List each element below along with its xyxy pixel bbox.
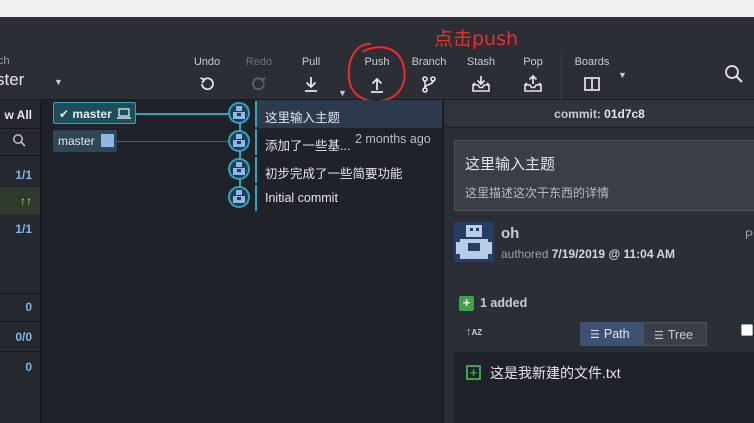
commit-id-label: commit: bbox=[554, 107, 601, 121]
remote-count: 1/1 bbox=[15, 222, 32, 236]
sidebar-divider bbox=[0, 321, 40, 322]
commit-message-box[interactable]: 这里输入主题 这里描述这次干东西的详情 bbox=[454, 140, 754, 211]
local-count: 1/1 bbox=[15, 168, 32, 182]
authored-label: authored bbox=[501, 247, 549, 261]
commit-row-marker bbox=[255, 185, 257, 211]
stash-tray-icon bbox=[472, 76, 490, 92]
author-avatar bbox=[454, 222, 494, 262]
commit-graph: ✔ master master 这里输入主题 添加了一些基... 2 month… bbox=[42, 100, 442, 423]
commit-id-header: commit: 01d7c8 bbox=[444, 100, 754, 128]
author-meta: authored 7/19/2019 @ 11:04 AM bbox=[501, 247, 675, 261]
undo-button[interactable]: Undo bbox=[182, 55, 232, 93]
tags-count: 0/0 bbox=[15, 330, 32, 344]
pull-label: Pull bbox=[301, 56, 321, 68]
commit-id-value[interactable]: 01d7c8 bbox=[604, 107, 645, 121]
boards-label: Boards bbox=[574, 56, 610, 68]
commit-message: Initial commit bbox=[265, 191, 338, 205]
stashes-count: 0 bbox=[25, 360, 32, 374]
added-summary: 1 added bbox=[480, 296, 528, 310]
added-file-icon: + bbox=[459, 296, 474, 311]
commit-avatar bbox=[228, 158, 250, 180]
list-icon: ☰ bbox=[590, 329, 600, 341]
pull-requests-count: 0 bbox=[25, 300, 32, 314]
parent-label-clipped: P bbox=[745, 228, 754, 242]
commit-row-marker bbox=[255, 129, 257, 155]
path-view-toggle[interactable]: ☰ Path bbox=[580, 322, 643, 346]
commit-row[interactable]: 这里输入主题 bbox=[42, 100, 442, 128]
commit-row[interactable]: 初步完成了一些简要功能 bbox=[42, 156, 442, 184]
ahead-behind-indicator: ↑↑ bbox=[0, 187, 40, 215]
changed-files-list: + 这是我新建的文件.txt bbox=[454, 352, 754, 423]
commit-row[interactable]: Initial commit bbox=[42, 184, 442, 212]
commit-message: 添加了一些基... bbox=[265, 139, 351, 153]
search-icon[interactable] bbox=[724, 64, 744, 84]
commit-subject: 这里输入主题 bbox=[465, 156, 556, 173]
tree-view-toggle[interactable]: ☰ Tree bbox=[643, 322, 707, 346]
branch-selector-name: ster bbox=[0, 70, 25, 89]
commit-avatar bbox=[228, 102, 250, 124]
stash-button[interactable]: Stash bbox=[456, 55, 506, 93]
tree-icon: ☰ bbox=[654, 330, 664, 342]
view-checkbox[interactable] bbox=[741, 324, 753, 336]
undo-label: Undo bbox=[193, 56, 221, 68]
commit-row-marker bbox=[255, 101, 257, 127]
toolbar-divider bbox=[561, 51, 562, 107]
commit-description: 这里描述这次干东西的详情 bbox=[465, 186, 610, 200]
branch-selector-caption: ch bbox=[0, 55, 10, 67]
path-view-label: Path bbox=[603, 327, 630, 341]
filter-search-icon[interactable] bbox=[12, 133, 26, 147]
redo-button[interactable]: Redo bbox=[234, 55, 284, 93]
download-arrow-icon bbox=[305, 77, 317, 92]
redo-icon bbox=[252, 77, 266, 91]
changed-file-name[interactable]: 这是我新建的文件.txt bbox=[490, 363, 621, 383]
commit-avatar bbox=[228, 186, 250, 208]
commit-message: 这里输入主题 bbox=[265, 111, 341, 125]
sidebar-divider bbox=[0, 128, 40, 129]
branch-icon bbox=[422, 76, 436, 93]
sort-az-icon[interactable]: ↑AZ bbox=[466, 326, 482, 338]
sidebar-divider bbox=[0, 155, 40, 156]
pop-button[interactable]: Pop bbox=[508, 55, 558, 93]
commit-message: 初步完成了一些简要功能 bbox=[265, 167, 403, 181]
commit-detail-panel: commit: 01d7c8 这里输入主题 这里描述这次干东西的详情 oh au… bbox=[443, 100, 754, 423]
stash-label: Stash bbox=[466, 56, 496, 68]
left-sidebar: w All 1/1 ↑↑ 1/1 0 0/0 0 bbox=[0, 100, 41, 423]
commit-date: 2 months ago bbox=[355, 132, 431, 146]
sidebar-divider bbox=[0, 351, 40, 352]
author-name: oh bbox=[501, 225, 520, 242]
pop-tray-icon bbox=[524, 75, 542, 92]
annotation-label: 点击push bbox=[434, 28, 519, 50]
pop-label: Pop bbox=[523, 56, 543, 68]
redo-label: Redo bbox=[245, 56, 273, 68]
boards-button[interactable]: Boards bbox=[567, 55, 617, 93]
view-all-link[interactable]: w All bbox=[0, 101, 40, 129]
commit-row[interactable]: 添加了一些基... 2 months ago bbox=[42, 128, 442, 156]
chevron-down-icon[interactable]: ▼ bbox=[54, 77, 63, 87]
commit-row-marker bbox=[255, 157, 257, 183]
tree-view-label: Tree bbox=[667, 328, 694, 342]
boards-icon bbox=[584, 77, 600, 91]
boards-chevron-down-icon[interactable]: ▼ bbox=[618, 70, 627, 80]
authored-timestamp: 7/19/2019 @ 11:04 AM bbox=[551, 247, 676, 261]
commit-avatar bbox=[228, 130, 250, 152]
window-top-strip bbox=[0, 0, 754, 17]
file-added-icon: + bbox=[466, 365, 481, 380]
pull-button[interactable]: Pull bbox=[286, 55, 336, 93]
undo-icon bbox=[200, 77, 214, 91]
